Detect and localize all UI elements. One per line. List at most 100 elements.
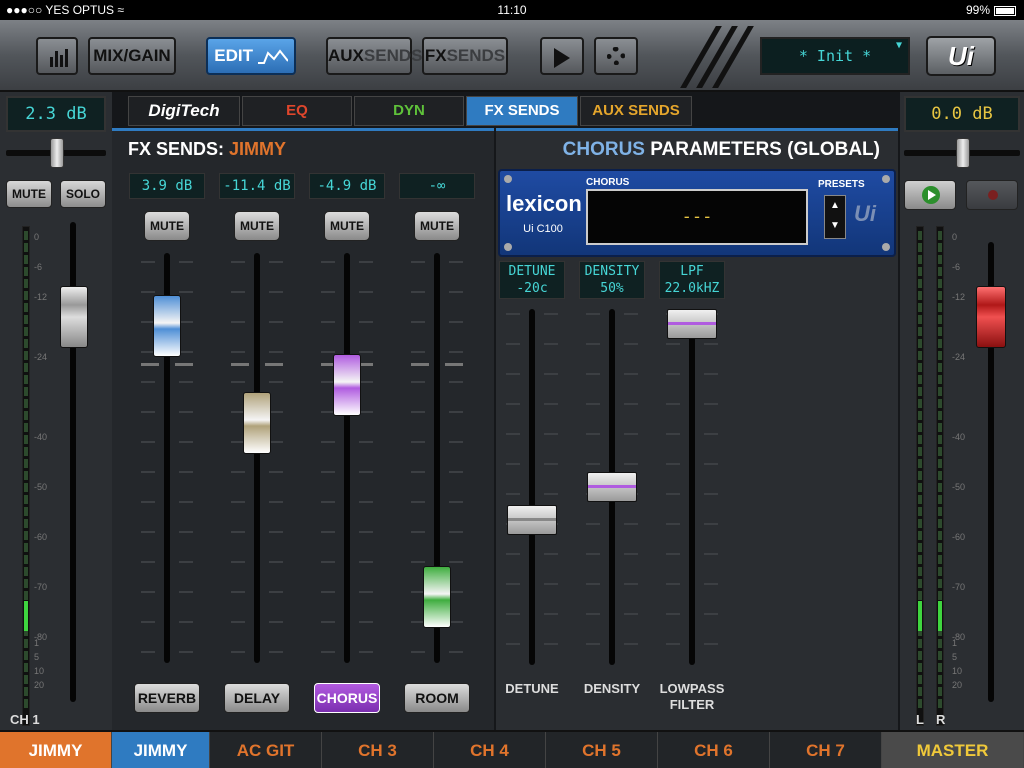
gain-display[interactable]: 2.3 dB <box>6 96 106 132</box>
channel-tab[interactable]: CH 5 <box>546 732 658 768</box>
send-fader-track[interactable] <box>254 253 260 663</box>
send-level-display[interactable]: -11.4 dB <box>219 173 295 199</box>
meter-segment <box>938 279 942 288</box>
param-value-display[interactable]: LPF 22.0kHZ <box>659 261 725 299</box>
send-fader-track[interactable] <box>344 253 350 663</box>
meter-scale-label: -70 <box>952 582 966 592</box>
send-level-display[interactable]: -4.9 dB <box>309 173 385 199</box>
fader-tick <box>449 411 463 413</box>
fx-select-button[interactable]: ROOM <box>404 683 470 713</box>
param-fader-cap[interactable] <box>667 309 717 339</box>
channel-tab[interactable]: CH 6 <box>658 732 770 768</box>
send-fader-cap[interactable] <box>423 566 451 629</box>
channel-tab[interactable]: JIMMY <box>112 732 210 768</box>
meter-segment <box>938 411 942 420</box>
meter-level <box>24 601 28 631</box>
send-mute-button[interactable]: MUTE <box>144 211 190 241</box>
meter-segment <box>938 351 942 360</box>
solo-button[interactable]: SOLO <box>60 180 106 208</box>
fader-tick <box>359 621 373 623</box>
param-fader-cap[interactable] <box>587 472 637 502</box>
meters-button[interactable] <box>36 37 78 75</box>
param-value-display[interactable]: DETUNE -20c <box>499 261 565 299</box>
fader-tick <box>141 411 155 413</box>
meter-segment <box>24 519 28 528</box>
meter-segment <box>938 339 942 348</box>
unity-mark <box>141 363 159 366</box>
mixer-app: { "status": { "carrier": "YES OPTUS", "t… <box>0 0 1024 768</box>
master-balance-knob[interactable] <box>956 138 970 168</box>
master-fader-cap[interactable] <box>976 286 1006 348</box>
master-level-display[interactable]: 0.0 dB <box>904 96 1020 132</box>
fader-tick <box>231 321 245 323</box>
send-fader-cap[interactable] <box>333 353 361 416</box>
master-meter-left <box>916 226 924 726</box>
channel-tab[interactable]: CH 7 <box>770 732 882 768</box>
fx-select-button[interactable]: REVERB <box>134 683 200 713</box>
fader-tick <box>179 621 193 623</box>
preset-selector[interactable]: * Init * ▼ <box>760 37 910 75</box>
current-channel-name[interactable]: JIMMY <box>0 732 112 768</box>
channel-tab[interactable]: CH 3 <box>322 732 434 768</box>
meter-segment <box>24 363 28 372</box>
meter-segment <box>918 591 922 600</box>
channel-tab[interactable]: AC GIT <box>210 732 322 768</box>
fx-sends-button[interactable]: FXSENDS <box>422 37 508 75</box>
fader-tick <box>231 351 245 353</box>
fader-tick <box>586 523 600 525</box>
send-mute-button[interactable]: MUTE <box>324 211 370 241</box>
meter-segment <box>938 483 942 492</box>
meter-scale-label: 1 <box>952 638 958 648</box>
chorus-preset-screen[interactable]: --- <box>586 189 808 245</box>
tab-eq[interactable]: EQ <box>242 96 352 126</box>
send-fader-cap[interactable] <box>243 392 271 455</box>
pan-knob[interactable] <box>50 138 64 168</box>
meter-segment <box>24 291 28 300</box>
arrow-up-icon[interactable]: ▲ <box>825 196 845 216</box>
screw-icon <box>882 243 890 251</box>
fader-tick <box>624 433 638 435</box>
param-value-display[interactable]: DENSITY 50% <box>579 261 645 299</box>
channel-tab[interactable]: CH 4 <box>434 732 546 768</box>
channel-fader-cap[interactable] <box>60 286 88 348</box>
send-mute-button[interactable]: MUTE <box>414 211 460 241</box>
presets-stepper[interactable]: ▲ ▼ <box>824 195 846 239</box>
ui-logo-button[interactable]: Ui <box>926 36 996 76</box>
aux-sends-button[interactable]: AUXSENDS <box>326 37 422 75</box>
param-fader-track[interactable] <box>529 309 535 665</box>
arrow-down-icon[interactable]: ▼ <box>825 216 845 236</box>
master-play-button[interactable] <box>904 180 956 210</box>
fader-tick <box>141 261 155 263</box>
tab-fx-sends[interactable]: FX SENDS <box>466 96 578 126</box>
meter-segment <box>24 471 28 480</box>
meter-segment <box>918 579 922 588</box>
fader-tick <box>321 291 335 293</box>
aux-sends-label: SENDS <box>363 46 423 65</box>
fx-select-button[interactable]: DELAY <box>224 683 290 713</box>
channel-tab-master[interactable]: MASTER <box>882 732 1024 768</box>
meter-segment <box>24 399 28 408</box>
tab-dyn[interactable]: DYN <box>354 96 464 126</box>
send-level-display[interactable]: 3.9 dB <box>129 173 205 199</box>
meter-segment <box>918 327 922 336</box>
fader-tick <box>231 651 245 653</box>
edit-button[interactable]: EDIT <box>206 37 296 75</box>
meter-scale-label: -40 <box>952 432 966 442</box>
param-display-name: DETUNE <box>508 264 556 279</box>
meter-segment <box>24 531 28 540</box>
fader-tick <box>586 313 600 315</box>
meter-segment <box>24 435 28 444</box>
send-fader-cap[interactable] <box>153 294 181 357</box>
meter-level <box>938 601 942 631</box>
fx-select-button[interactable]: CHORUS <box>314 683 380 713</box>
send-level-display[interactable]: -∞ <box>399 173 475 199</box>
tab-aux-sends[interactable]: AUX SENDS <box>580 96 692 126</box>
play-button[interactable] <box>540 37 584 75</box>
send-mute-button[interactable]: MUTE <box>234 211 280 241</box>
master-record-button[interactable] <box>966 180 1018 210</box>
mute-button[interactable]: MUTE <box>6 180 52 208</box>
param-fader-track[interactable] <box>689 309 695 665</box>
param-fader-cap[interactable] <box>507 504 557 535</box>
settings-button[interactable] <box>594 37 638 75</box>
mix-gain-button[interactable]: MIX/GAIN <box>88 37 176 75</box>
